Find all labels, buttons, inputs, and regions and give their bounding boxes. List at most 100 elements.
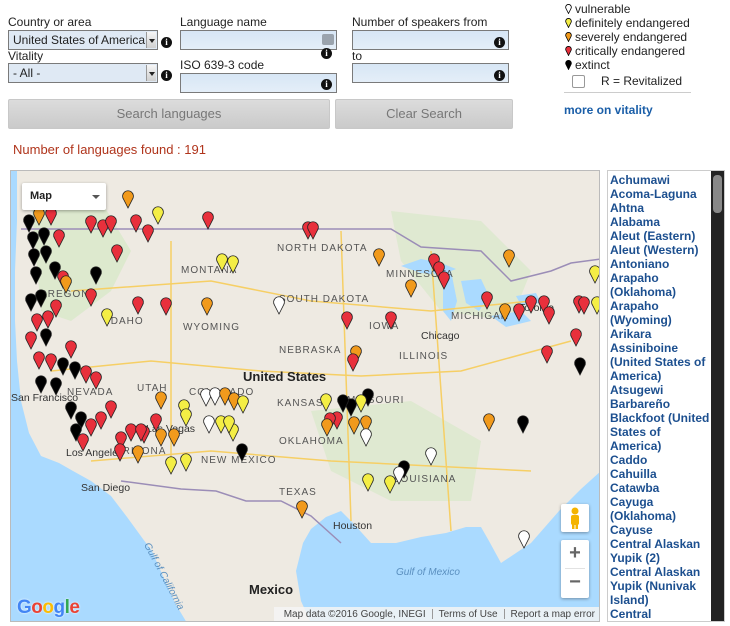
language-pin-icon[interactable] xyxy=(30,266,42,285)
language-pin-icon[interactable] xyxy=(541,345,553,364)
language-pin-icon[interactable] xyxy=(320,393,332,412)
language-pin-icon[interactable] xyxy=(373,248,385,267)
language-pin-icon[interactable] xyxy=(201,297,213,316)
keyboard-icon[interactable] xyxy=(322,34,334,45)
revitalized-filter[interactable]: R = Revitalized xyxy=(572,74,682,88)
language-list-item[interactable]: Aleut (Eastern) xyxy=(610,229,712,243)
language-pin-icon[interactable] xyxy=(65,401,77,420)
language-pin-icon[interactable] xyxy=(95,411,107,430)
language-pin-icon[interactable] xyxy=(362,473,374,492)
language-pin-icon[interactable] xyxy=(591,296,600,315)
clear-search-button[interactable]: Clear Search xyxy=(335,99,513,129)
language-pin-icon[interactable] xyxy=(321,418,333,437)
language-pin-icon[interactable] xyxy=(85,215,97,234)
iso-code-input[interactable] xyxy=(180,73,337,93)
language-pin-icon[interactable] xyxy=(216,253,228,272)
language-pin-icon[interactable] xyxy=(517,415,529,434)
language-pin-icon[interactable] xyxy=(105,400,117,419)
map-type-selector[interactable]: Map xyxy=(22,183,106,210)
language-pin-icon[interactable] xyxy=(50,377,62,396)
language-pin-icon[interactable] xyxy=(132,445,144,464)
language-list-item[interactable]: Arikara xyxy=(610,327,712,341)
language-list-item[interactable]: Arapaho (Wyoming) xyxy=(610,299,712,327)
speakers-to-input[interactable] xyxy=(352,63,509,83)
language-list-item[interactable]: Cayuse xyxy=(610,523,712,537)
vitality-dropdown-arrow-icon[interactable] xyxy=(146,65,156,81)
vitality-info-icon[interactable]: i xyxy=(161,70,172,81)
language-pin-icon[interactable] xyxy=(360,428,372,447)
language-pins-layer[interactable] xyxy=(11,171,600,622)
speakers-from-info-icon[interactable]: i xyxy=(494,37,505,48)
language-pin-icon[interactable] xyxy=(236,443,248,462)
language-pin-icon[interactable] xyxy=(337,394,349,413)
street-view-pegman-button[interactable] xyxy=(561,504,589,532)
language-pin-icon[interactable] xyxy=(80,365,92,384)
language-pin-icon[interactable] xyxy=(31,313,43,332)
language-pin-icon[interactable] xyxy=(40,245,52,264)
language-list-item[interactable]: Blackfoot (United States of America) xyxy=(610,411,712,453)
language-pin-icon[interactable] xyxy=(355,394,367,413)
language-list-item[interactable]: Central Alaskan Yupik (2) xyxy=(610,537,712,565)
language-map[interactable]: NORTH DAKOTA SOUTH DAKOTA MINNESOTA WYOM… xyxy=(10,170,600,622)
language-list-item[interactable]: Ahtna xyxy=(610,201,712,215)
zoom-control[interactable]: + − xyxy=(561,540,589,598)
language-pin-icon[interactable] xyxy=(53,229,65,248)
language-pin-icon[interactable] xyxy=(180,408,192,427)
speakers-to-info-icon[interactable]: i xyxy=(494,70,505,81)
language-pin-icon[interactable] xyxy=(77,433,89,452)
language-pin-icon[interactable] xyxy=(180,453,192,472)
language-list-item[interactable]: Alabama xyxy=(610,215,712,229)
language-pin-icon[interactable] xyxy=(296,500,308,519)
language-pin-icon[interactable] xyxy=(28,248,40,267)
language-list-item[interactable]: Antoniano xyxy=(610,257,712,271)
language-pin-icon[interactable] xyxy=(130,214,142,233)
country-dropdown-arrow-icon[interactable] xyxy=(146,32,156,48)
revitalized-checkbox[interactable] xyxy=(572,74,585,88)
language-pin-icon[interactable] xyxy=(165,456,177,475)
language-list-item[interactable]: Arapaho (Oklahoma) xyxy=(610,271,712,299)
language-list-item[interactable]: Acoma-Laguna xyxy=(610,187,712,201)
language-pin-icon[interactable] xyxy=(574,357,586,376)
more-on-vitality-link[interactable]: more on vitality xyxy=(564,103,653,117)
language-pin-icon[interactable] xyxy=(160,297,172,316)
language-pin-icon[interactable] xyxy=(273,296,285,315)
zoom-in-button[interactable]: + xyxy=(561,540,589,568)
language-pin-icon[interactable] xyxy=(33,207,45,226)
report-map-error-link[interactable]: Report a map error xyxy=(511,609,595,620)
language-list-scrollbar[interactable] xyxy=(711,171,724,621)
language-list-item[interactable]: Barbareño xyxy=(610,397,712,411)
country-select[interactable]: United States of America xyxy=(8,30,158,50)
language-pin-icon[interactable] xyxy=(42,310,54,329)
search-languages-button[interactable]: Search languages xyxy=(8,99,330,129)
language-pin-icon[interactable] xyxy=(69,361,81,380)
language-pin-icon[interactable] xyxy=(57,357,69,376)
language-pin-icon[interactable] xyxy=(513,303,525,322)
language-name-info-icon[interactable]: i xyxy=(321,48,332,59)
language-pin-icon[interactable] xyxy=(122,190,134,209)
language-pin-icon[interactable] xyxy=(237,395,249,414)
language-pin-icon[interactable] xyxy=(38,227,50,246)
language-pin-icon[interactable] xyxy=(168,428,180,447)
language-list-item[interactable]: Atsugewi xyxy=(610,383,712,397)
language-list-item[interactable]: Caddo xyxy=(610,453,712,467)
scrollbar-thumb[interactable] xyxy=(713,175,722,213)
language-pin-icon[interactable] xyxy=(105,215,117,234)
language-list-item[interactable]: Cayuga (Oklahoma) xyxy=(610,495,712,523)
country-info-icon[interactable]: i xyxy=(161,37,172,48)
language-pin-icon[interactable] xyxy=(85,418,97,437)
language-pin-icon[interactable] xyxy=(85,288,97,307)
language-pin-icon[interactable] xyxy=(65,340,77,359)
language-pin-icon[interactable] xyxy=(385,311,397,330)
language-list-item[interactable]: Central xyxy=(610,607,712,621)
language-pin-icon[interactable] xyxy=(23,214,35,233)
language-list-item[interactable]: Assiniboine (United States of America) xyxy=(610,341,712,383)
language-pin-icon[interactable] xyxy=(90,266,102,285)
language-list-items[interactable]: Achumawi Acoma-Laguna Ahtna Alabama Aleut (E… xyxy=(610,173,712,621)
language-name-input[interactable] xyxy=(180,30,337,50)
language-pin-icon[interactable] xyxy=(425,447,437,466)
language-pin-icon[interactable] xyxy=(438,271,450,290)
language-pin-icon[interactable] xyxy=(203,415,215,434)
language-pin-icon[interactable] xyxy=(503,249,515,268)
language-pin-icon[interactable] xyxy=(384,475,396,494)
zoom-out-button[interactable]: − xyxy=(561,569,589,597)
